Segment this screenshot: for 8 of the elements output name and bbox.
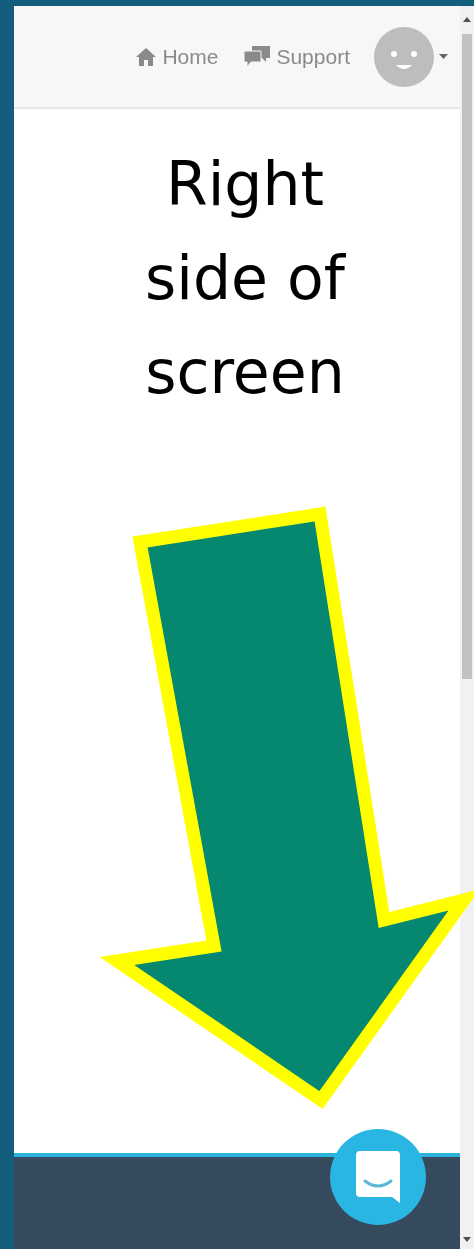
chat-bubbles-icon: [244, 45, 271, 68]
scrollbar-thumb[interactable]: [462, 34, 472, 679]
annotation-text: Right side of screen: [144, 148, 347, 409]
caret-icon[interactable]: [439, 54, 448, 59]
nav-link[interactable]: Home: [136, 44, 219, 69]
home-icon: [136, 47, 157, 66]
chat-icon: [356, 1151, 400, 1203]
nav-link[interactable]: Support: [244, 44, 350, 69]
